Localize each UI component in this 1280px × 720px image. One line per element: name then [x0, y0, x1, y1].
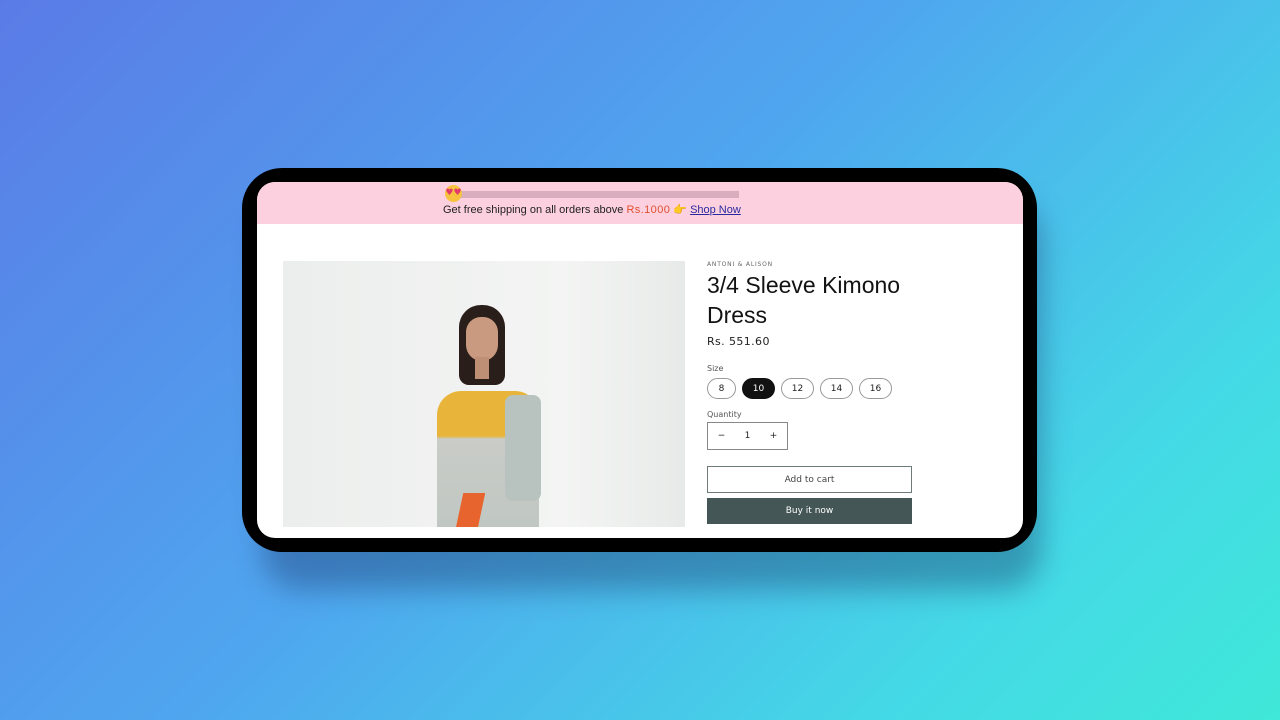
model-face [466, 317, 498, 361]
product-image[interactable] [283, 261, 685, 527]
announcement-bar: ♥♥ Get free shipping on all orders above… [257, 182, 1023, 224]
size-option-8[interactable]: 8 [707, 378, 736, 399]
product-vendor: ANTONI & ALISON [707, 261, 773, 268]
add-to-cart-button[interactable]: Add to cart [707, 466, 912, 493]
size-label: Size [707, 364, 724, 373]
size-options: 8 10 12 14 16 [707, 378, 892, 399]
quantity-stepper: − 1 + [707, 422, 788, 450]
dress-sleeve [505, 395, 541, 501]
pointing-hand-icon: 👉 [673, 204, 687, 216]
quantity-label: Quantity [707, 410, 742, 419]
size-option-10[interactable]: 10 [742, 378, 775, 399]
product-price: Rs. 551.60 [707, 335, 770, 348]
size-option-16[interactable]: 16 [859, 378, 892, 399]
increase-quantity-button[interactable]: + [770, 431, 778, 441]
store-screen: ♥♥ Get free shipping on all orders above… [257, 182, 1023, 538]
quantity-input[interactable]: 1 [745, 431, 751, 441]
shipping-message: Get free shipping on all orders above Rs… [443, 203, 741, 216]
decrease-quantity-button[interactable]: − [718, 431, 726, 441]
model-neck [475, 357, 489, 379]
phone-frame: ♥♥ Get free shipping on all orders above… [242, 168, 1037, 552]
threshold-price: Rs.1000 [626, 204, 671, 216]
size-option-12[interactable]: 12 [781, 378, 814, 399]
shop-now-link[interactable]: Shop Now [690, 204, 741, 216]
size-option-14[interactable]: 14 [820, 378, 853, 399]
shipping-progress-bar [453, 191, 739, 198]
buy-now-button[interactable]: Buy it now [707, 498, 912, 524]
heart-eyes-emoji-icon: ♥♥ [445, 185, 462, 202]
product-title: 3/4 Sleeve Kimono Dress [707, 272, 901, 328]
shipping-text: Get free shipping on all orders above [443, 204, 627, 216]
